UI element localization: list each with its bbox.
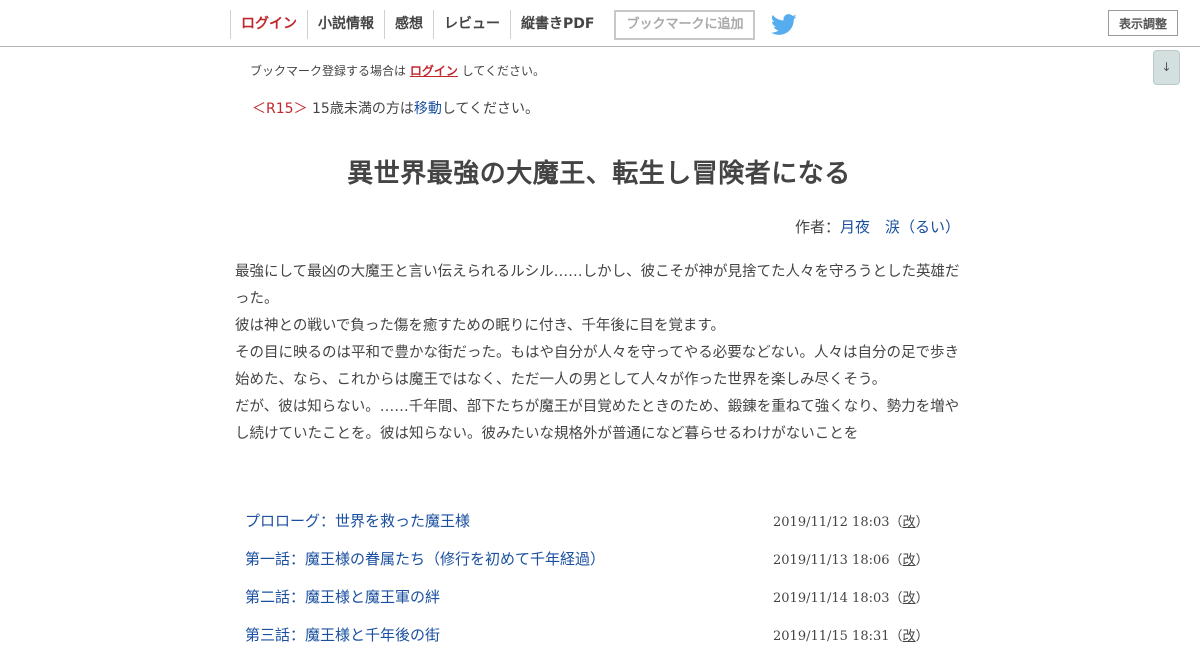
chapter-revised-mark[interactable]: 改 xyxy=(903,629,916,644)
r15-move-link[interactable]: 移動 xyxy=(414,101,442,117)
chapter-revised-mark[interactable]: 改 xyxy=(903,515,916,530)
notice-login-link[interactable]: ログイン xyxy=(410,64,458,78)
nav-reviews[interactable]: レビュー xyxy=(433,10,510,39)
notice-prefix: ブックマーク登録する場合は xyxy=(250,64,407,78)
r15-suffix: してください。 xyxy=(441,101,539,117)
nav-login[interactable]: ログイン xyxy=(230,10,307,39)
chapter-date: 2019/11/12 18:03（改） xyxy=(773,514,929,530)
r15-notice: ＜R15＞ 15歳未満の方は移動してください。 xyxy=(252,98,539,118)
synopsis-paragraph: 彼は神との戦いで負った傷を癒すための眠りに付き、千年後に目を覚ます。 xyxy=(235,318,725,334)
chapter-date-value: 2019/11/12 18:03 xyxy=(773,514,890,530)
display-settings-button[interactable]: 表示調整 xyxy=(1108,10,1178,36)
nav-vertical-pdf[interactable]: 縦書きPDF xyxy=(510,10,604,39)
chapter-revised-mark[interactable]: 改 xyxy=(903,553,916,568)
chapter-link[interactable]: 第三話：魔王様と千年後の街 xyxy=(245,624,440,645)
chapter-date-value: 2019/11/13 18:06 xyxy=(773,552,890,568)
scroll-down-button[interactable]: ↓ xyxy=(1153,50,1180,85)
chapter-date-value: 2019/11/15 18:31 xyxy=(773,628,890,644)
chapter-date: 2019/11/15 18:31（改） xyxy=(773,628,929,644)
synopsis-paragraph: だが、彼は知らない。……千年間、部下たちが魔王が目覚めたときのため、鍛錬を重ねて… xyxy=(235,399,960,442)
chapter-row: 第二話：魔王様と魔王軍の絆 2019/11/14 18:03（改） xyxy=(235,577,963,615)
chapter-link[interactable]: 第一話：魔王様の眷属たち（修行を初めて千年経過） xyxy=(245,548,605,569)
notice-suffix: してください。 xyxy=(461,64,545,78)
author-label: 作者： xyxy=(794,218,840,236)
add-bookmark-button[interactable]: ブックマークに追加 xyxy=(614,9,756,40)
nav-novel-info[interactable]: 小説情報 xyxy=(307,10,384,39)
r15-tag: ＜R15＞ xyxy=(252,101,308,117)
chapter-link[interactable]: 第二話：魔王様と魔王軍の絆 xyxy=(245,586,440,607)
chapter-row: プロローグ：世界を救った魔王様 2019/11/12 18:03（改） xyxy=(235,501,963,539)
chapter-list: プロローグ：世界を救った魔王様 2019/11/12 18:03（改） 第一話：… xyxy=(235,501,963,653)
novel-author: 作者：月夜 涙（るい） xyxy=(235,216,960,237)
synopsis-paragraph: 最強にして最凶の大魔王と言い伝えられるルシル……しかし、彼こそが神が見捨てた人々… xyxy=(235,264,960,307)
chapter-row: 第三話：魔王様と千年後の街 2019/11/15 18:31（改） xyxy=(235,615,963,653)
chapter-date: 2019/11/14 18:03（改） xyxy=(773,590,929,606)
header-nav: ログイン 小説情報 感想 レビュー 縦書きPDF ブックマークに追加 xyxy=(230,9,798,40)
chapter-row: 第一話：魔王様の眷属たち（修行を初めて千年経過） 2019/11/13 18:0… xyxy=(235,539,963,577)
r15-text: 15歳未満の方は xyxy=(312,101,414,117)
chapter-link[interactable]: プロローグ：世界を救った魔王様 xyxy=(245,510,470,531)
header-bar: ログイン 小説情報 感想 レビュー 縦書きPDF ブックマークに追加 表示調整 xyxy=(0,0,1200,47)
twitter-icon[interactable] xyxy=(771,13,798,36)
novel-synopsis: 最強にして最凶の大魔王と言い伝えられるルシル……しかし、彼こそが神が見捨てた人々… xyxy=(235,259,963,448)
chapter-date-value: 2019/11/14 18:03 xyxy=(773,590,890,606)
chapter-revised-mark[interactable]: 改 xyxy=(903,591,916,606)
author-link[interactable]: 月夜 涙（るい） xyxy=(840,218,960,236)
novel-title: 異世界最強の大魔王、転生し冒険者になる xyxy=(347,159,851,189)
chapter-date: 2019/11/13 18:06（改） xyxy=(773,552,929,568)
nav-impressions[interactable]: 感想 xyxy=(384,10,433,39)
synopsis-paragraph: その目に映るのは平和で豊かな街だった。もはや自分が人々を守ってやる必要などない。… xyxy=(235,345,959,388)
bookmark-login-notice: ブックマーク登録する場合は ログイン してください。 xyxy=(250,62,545,79)
